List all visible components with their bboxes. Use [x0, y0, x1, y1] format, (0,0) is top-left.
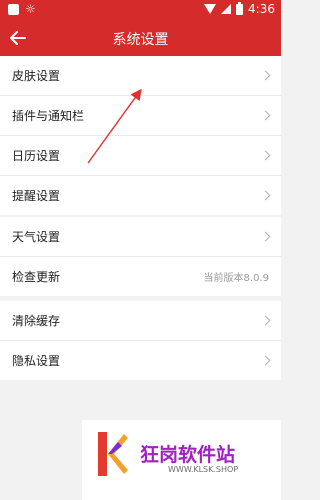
- setting-row-weather[interactable]: 天气设置: [0, 217, 281, 257]
- setting-label: 检查更新: [12, 270, 61, 284]
- status-bar: ☼ 4:36: [0, 0, 281, 20]
- settings-group-2: 天气设置 检查更新 当前版本8.0.9: [0, 217, 281, 296]
- watermark: 狂岗软件站 WWW.KLSK.SHOP: [82, 420, 281, 500]
- setting-label: 隐私设置: [12, 354, 61, 368]
- watermark-url: WWW.KLSK.SHOP: [168, 465, 239, 474]
- title-bar: 系统设置: [0, 20, 281, 56]
- setting-label: 插件与通知栏: [12, 109, 85, 123]
- k-logo-icon: [98, 430, 128, 478]
- setting-label: 皮肤设置: [12, 69, 61, 83]
- setting-row-clear-cache[interactable]: 清除缓存: [0, 301, 281, 341]
- watermark-brand: 狂岗软件站: [140, 444, 236, 466]
- status-right: 4:36: [204, 1, 275, 16]
- setting-row-check-update[interactable]: 检查更新 当前版本8.0.9: [0, 257, 281, 296]
- brightness-icon: ☼: [25, 2, 36, 16]
- chevron-right-icon: [260, 231, 271, 242]
- chevron-right-icon: [260, 70, 271, 81]
- wifi-icon: [204, 4, 217, 14]
- settings-group-3: 清除缓存 隐私设置: [0, 301, 281, 380]
- setting-row-privacy[interactable]: 隐私设置: [0, 341, 281, 380]
- status-left: ☼: [8, 3, 36, 15]
- setting-row-reminder[interactable]: 提醒设置: [0, 176, 281, 215]
- page-title: 系统设置: [112, 32, 169, 48]
- chevron-right-icon: [260, 315, 271, 326]
- chevron-right-icon: [260, 190, 271, 201]
- chevron-right-icon: [260, 150, 271, 161]
- setting-label: 日历设置: [12, 149, 61, 163]
- setting-label: 天气设置: [12, 230, 61, 244]
- notification-icon: [8, 3, 19, 15]
- status-time: 4:36: [248, 2, 275, 16]
- annotation-arrow: [80, 85, 150, 170]
- battery-icon: [236, 1, 244, 15]
- chevron-right-icon: [260, 355, 271, 366]
- chevron-right-icon: [260, 110, 271, 121]
- setting-label: 清除缓存: [12, 314, 61, 328]
- setting-label: 提醒设置: [12, 189, 61, 203]
- signal-icon: [221, 4, 232, 14]
- version-value: 当前版本8.0.9: [203, 273, 269, 284]
